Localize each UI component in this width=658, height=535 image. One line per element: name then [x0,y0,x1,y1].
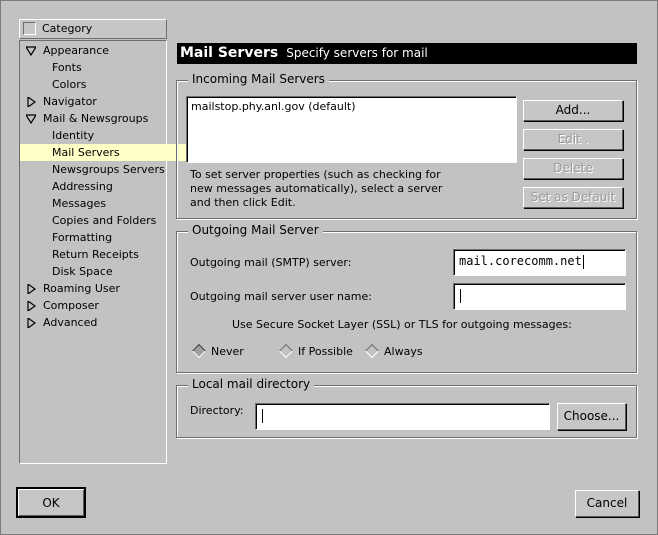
edit-server-button[interactable]: Edit . [523,129,623,150]
local-directory-legend: Local mail directory [188,377,315,391]
tree-item-label: Identity [52,129,95,142]
collapsed-twisty-icon[interactable] [26,284,36,294]
incoming-servers-legend: Incoming Mail Servers [188,72,329,86]
radio-unselected-icon[interactable] [364,343,380,359]
tree-item-roaming-user[interactable]: Roaming User [20,280,189,297]
tree-item-label: Fonts [52,61,82,74]
page-title: Mail Servers [180,45,279,61]
tree-item-label: Composer [43,299,99,312]
tree-item-label: Disk Space [52,265,113,278]
outgoing-server-legend: Outgoing Mail Server [188,223,323,237]
tree-item-fonts[interactable]: Fonts [20,59,198,76]
ok-button[interactable]: OK [16,487,86,518]
tree-item-appearance[interactable]: Appearance [20,42,189,59]
tree-item-label: Return Receipts [52,248,139,261]
page-title-banner: Mail Servers Specify servers for mail [177,43,637,64]
collapsed-twisty-icon[interactable] [26,301,36,311]
radio-always[interactable]: Always [364,343,423,359]
ssl-label: Use Secure Socket Layer (SSL) or TLS for… [232,318,572,331]
radio-always-label: Always [384,345,423,358]
category-header-label: Category [42,22,93,35]
delete-server-button[interactable]: Delete [523,158,623,179]
tree-item-label: Messages [52,197,106,210]
radio-unselected-icon[interactable] [278,343,294,359]
radio-if-possible-label: If Possible [298,345,353,358]
tree-item-label: Addressing [52,180,113,193]
smtp-username-label: Outgoing mail server user name: [190,290,372,303]
tree-item-composer[interactable]: Composer [20,297,189,314]
category-column-header[interactable]: Category [19,19,167,39]
text-cursor-icon [262,408,268,423]
list-item[interactable]: mailstop.phy.anl.gov (default) [191,100,512,114]
tree-item-label: Copies and Folders [52,214,157,227]
tree-item-messages[interactable]: Messages [20,195,198,212]
tree-item-newsgroups-servers[interactable]: Newsgroups Servers [20,161,198,178]
tree-item-label: Newsgroups Servers [52,163,165,176]
incoming-help-line-3: and then click Edit. [190,196,296,209]
radio-never-label: Never [211,345,244,358]
tree-item-label: Navigator [43,95,97,108]
smtp-server-input[interactable]: mail.corecomm.net [453,249,626,276]
expanded-twisty-icon[interactable] [26,46,36,56]
smtp-server-label: Outgoing mail (SMTP) server: [190,256,352,269]
expanded-twisty-icon[interactable] [26,114,36,124]
tree-item-label: Colors [52,78,87,91]
incoming-server-list[interactable]: mailstop.phy.anl.gov (default) [186,96,517,163]
smtp-username-input[interactable] [453,283,626,310]
tree-item-addressing[interactable]: Addressing [20,178,198,195]
tree-item-label: Roaming User [43,282,120,295]
text-cursor-icon [582,254,589,269]
tree-item-disk-space[interactable]: Disk Space [20,263,198,280]
tree-item-colors[interactable]: Colors [20,76,198,93]
category-tree[interactable]: Appearance Fonts Colors Navigator Mail &… [19,40,198,464]
tree-item-label: Formatting [52,231,113,244]
radio-never[interactable]: Never [191,343,244,359]
tree-item-label: Appearance [43,44,110,57]
radio-if-possible[interactable]: If Possible [278,343,353,359]
column-header-box-icon [23,22,36,35]
cancel-button[interactable]: Cancel [575,490,639,517]
tree-item-formatting[interactable]: Formatting [20,229,198,246]
text-cursor-icon [460,288,466,303]
tree-item-return-receipts[interactable]: Return Receipts [20,246,198,263]
radio-selected-icon[interactable] [191,343,207,359]
add-server-button[interactable]: Add... [523,100,623,121]
directory-input[interactable] [255,403,550,430]
page-subtitle: Specify servers for mail [286,46,428,60]
collapsed-twisty-icon[interactable] [26,318,36,328]
choose-directory-button[interactable]: Choose... [557,403,626,430]
tree-item-mail-newsgroups[interactable]: Mail & Newsgroups [20,110,189,127]
tree-item-mail-servers[interactable]: Mail Servers [20,144,198,161]
collapsed-twisty-icon[interactable] [26,97,36,107]
set-default-button[interactable]: Set as Default [523,187,623,208]
smtp-server-value: mail.corecomm.net [459,254,582,268]
tree-item-label: Mail Servers [52,146,120,159]
tree-item-label: Mail & Newsgroups [43,112,149,125]
directory-label: Directory: [190,404,244,417]
tree-item-navigator[interactable]: Navigator [20,93,189,110]
tree-item-identity[interactable]: Identity [20,127,198,144]
incoming-help-line-1: To set server properties (such as checki… [190,168,441,181]
tree-item-label: Advanced [43,316,98,329]
incoming-help-line-2: new messages automatically), select a se… [190,182,443,195]
tree-item-advanced[interactable]: Advanced [20,314,189,331]
tree-item-copies-folders[interactable]: Copies and Folders [20,212,198,229]
